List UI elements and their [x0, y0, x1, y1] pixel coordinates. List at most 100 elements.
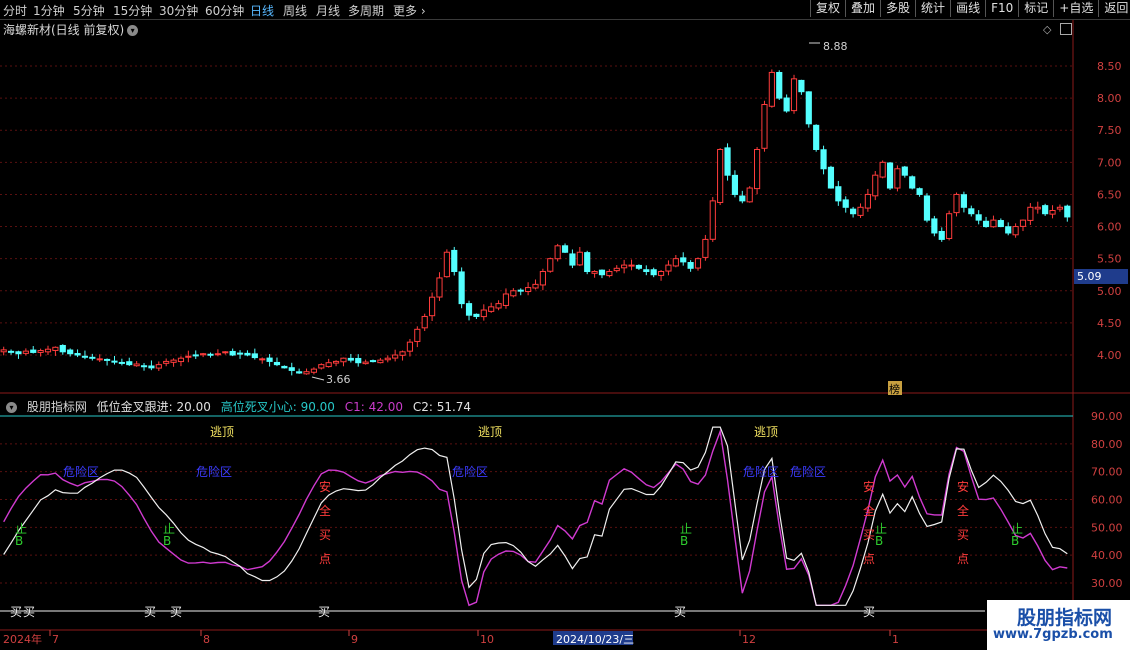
buy-label: 买 — [863, 605, 876, 619]
candle-up — [990, 219, 997, 228]
candle-down — [273, 361, 281, 366]
indicator-tick-label: 80.00 — [1091, 438, 1123, 451]
candle-up — [576, 251, 583, 266]
candle-up — [303, 371, 310, 375]
candle-up — [502, 293, 510, 306]
candle-down — [59, 344, 66, 353]
c1-value: C1: 42.00 — [344, 400, 403, 414]
date-month-label: 1 — [892, 633, 899, 646]
candle-down — [251, 353, 258, 359]
candle-down — [473, 313, 480, 317]
candle-up — [37, 350, 44, 353]
candle-down — [643, 269, 650, 273]
indicator-tick-label: 50.00 — [1091, 521, 1123, 534]
candle-up — [22, 350, 29, 354]
stop-b-label: B — [1011, 534, 1020, 548]
candle-up — [761, 104, 768, 149]
candle-up — [185, 355, 192, 358]
buy-label: 买 — [170, 605, 183, 619]
price-tick-label: 7.00 — [1097, 156, 1122, 169]
candle-down — [148, 365, 155, 369]
chevron-down-icon[interactable]: ▾ — [127, 25, 139, 36]
candle-down — [517, 289, 524, 292]
candle-down — [901, 166, 908, 176]
candle-down — [842, 199, 849, 208]
candle-down — [650, 269, 657, 276]
candle-down — [111, 360, 118, 363]
candle-up — [879, 161, 886, 178]
candle-up — [362, 361, 369, 365]
price-tick-label: 8.00 — [1097, 92, 1122, 105]
candle-up — [133, 363, 140, 367]
chart-grid — [0, 65, 1073, 584]
indicator-tick-label: 30.00 — [1091, 577, 1123, 590]
candle-down — [89, 356, 96, 359]
candle-down — [680, 257, 687, 263]
candle-up — [709, 200, 716, 240]
candle-up — [1019, 219, 1027, 227]
price-axis: 8.50 8.00 7.50 7.00 6.50 6.00 5.50 5.00 4.50 4.00 — [1097, 60, 1122, 362]
candle-down — [997, 220, 1004, 228]
escape-top-label: 逃顶 — [478, 425, 503, 439]
candle-down — [15, 351, 22, 355]
indicator-title: ▾ 股朋指标网 低位金叉跟进: 20.00 高位死叉小心: 90.00 C1: … — [3, 398, 477, 415]
danger-zone-label: 危险区 — [452, 465, 489, 479]
indicator-tick-label: 90.00 — [1091, 410, 1123, 423]
price-tick-label: 5.50 — [1097, 253, 1122, 266]
candle-down — [288, 367, 295, 371]
stock-title: 海螺新材(日线 前复权) ▾ — [3, 21, 139, 38]
candle-up — [768, 71, 775, 107]
candle-up — [1056, 206, 1064, 210]
date-axis: 2024年 7 8 9 10 12 1 2024/10/23/三 — [3, 630, 899, 646]
indicator-axis: 90.00 80.00 70.00 60.00 50.00 40.00 30.00 — [1091, 410, 1123, 590]
candle-up — [377, 359, 384, 364]
candle-up — [414, 328, 421, 342]
candle-down — [931, 218, 938, 234]
candle-down — [30, 349, 37, 353]
candle-up — [340, 357, 347, 363]
candle-down — [731, 174, 739, 195]
candle-up — [170, 359, 177, 363]
safe-buy-label: 买 — [957, 528, 970, 542]
candle-down — [687, 262, 694, 269]
candle-down — [458, 271, 465, 305]
candle-up — [1049, 210, 1056, 215]
low-price-label: 3.66 — [326, 373, 351, 386]
watermark-title: 股朋指标网 — [1017, 607, 1113, 629]
danger-zone-label: 危险区 — [790, 465, 827, 479]
buy-label: 买 — [10, 605, 23, 619]
candle-down — [7, 350, 15, 353]
safe-buy-label: 买 — [863, 528, 876, 542]
diamond-icon[interactable]: ◇ — [1043, 23, 1051, 36]
date-month-label: 9 — [351, 633, 358, 646]
price-tick-label: 6.00 — [1097, 221, 1122, 234]
candle-up — [421, 315, 428, 329]
candle-up — [672, 258, 679, 267]
stop-b-label: B — [163, 534, 172, 548]
extreme-pointer-lines — [311, 42, 820, 381]
candle-up — [872, 174, 879, 197]
candle-up — [163, 360, 170, 364]
candle-down — [1042, 205, 1049, 215]
stop-b-label: B — [15, 534, 24, 548]
safe-buy-label: 全 — [319, 504, 332, 518]
candle-down — [465, 303, 473, 316]
candle-up — [310, 368, 317, 373]
candle-down — [67, 349, 74, 355]
date-month-label: 7 — [52, 633, 59, 646]
candle-up — [399, 351, 406, 356]
candle-up — [510, 290, 517, 297]
candle-up — [332, 360, 340, 364]
current-price-label: 5.09 — [1077, 270, 1102, 283]
window-icon[interactable] — [1060, 23, 1072, 35]
date-year-label: 2024年 — [3, 632, 42, 646]
candle-up — [864, 193, 871, 209]
candle-up — [44, 348, 52, 353]
c2-value: C2: 51.74 — [412, 400, 472, 414]
chevron-down-icon[interactable]: ▾ — [6, 402, 17, 413]
price-tick-label: 7.50 — [1097, 124, 1122, 137]
candle-up — [790, 78, 798, 112]
candle-down — [739, 195, 746, 202]
candle-up — [480, 309, 487, 318]
stop-b-label: B — [875, 534, 884, 548]
